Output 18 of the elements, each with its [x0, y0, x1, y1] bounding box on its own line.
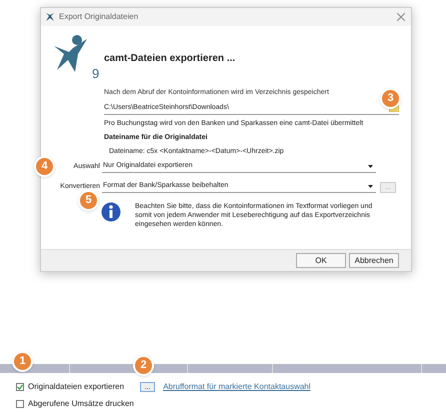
step-badge: 1: [12, 351, 33, 372]
dialog-heading: camt-Dateien exportieren ...: [104, 52, 236, 66]
window-title: Export Originaldateien: [59, 11, 138, 23]
step-badge: 2: [133, 355, 154, 376]
option-label[interactable]: Originaldateien exportieren: [28, 381, 124, 393]
cancel-button[interactable]: Abbrechen: [349, 253, 399, 268]
format-link[interactable]: Abrufformat für markierte Kontaktauswahl: [163, 381, 311, 393]
info-icon: [101, 202, 121, 222]
caret-icon: [368, 165, 373, 168]
close-icon[interactable]: [397, 13, 405, 21]
app-icon: [45, 12, 55, 22]
option-label[interactable]: Abgerufene Umsätze drucken: [28, 398, 134, 410]
checkbox[interactable]: [16, 400, 24, 408]
ok-button[interactable]: OK: [296, 253, 346, 268]
logo-mark: 9: [92, 65, 100, 83]
caret-icon: [368, 185, 373, 188]
checkbox[interactable]: [16, 383, 24, 391]
step-badge: 4: [34, 156, 55, 177]
